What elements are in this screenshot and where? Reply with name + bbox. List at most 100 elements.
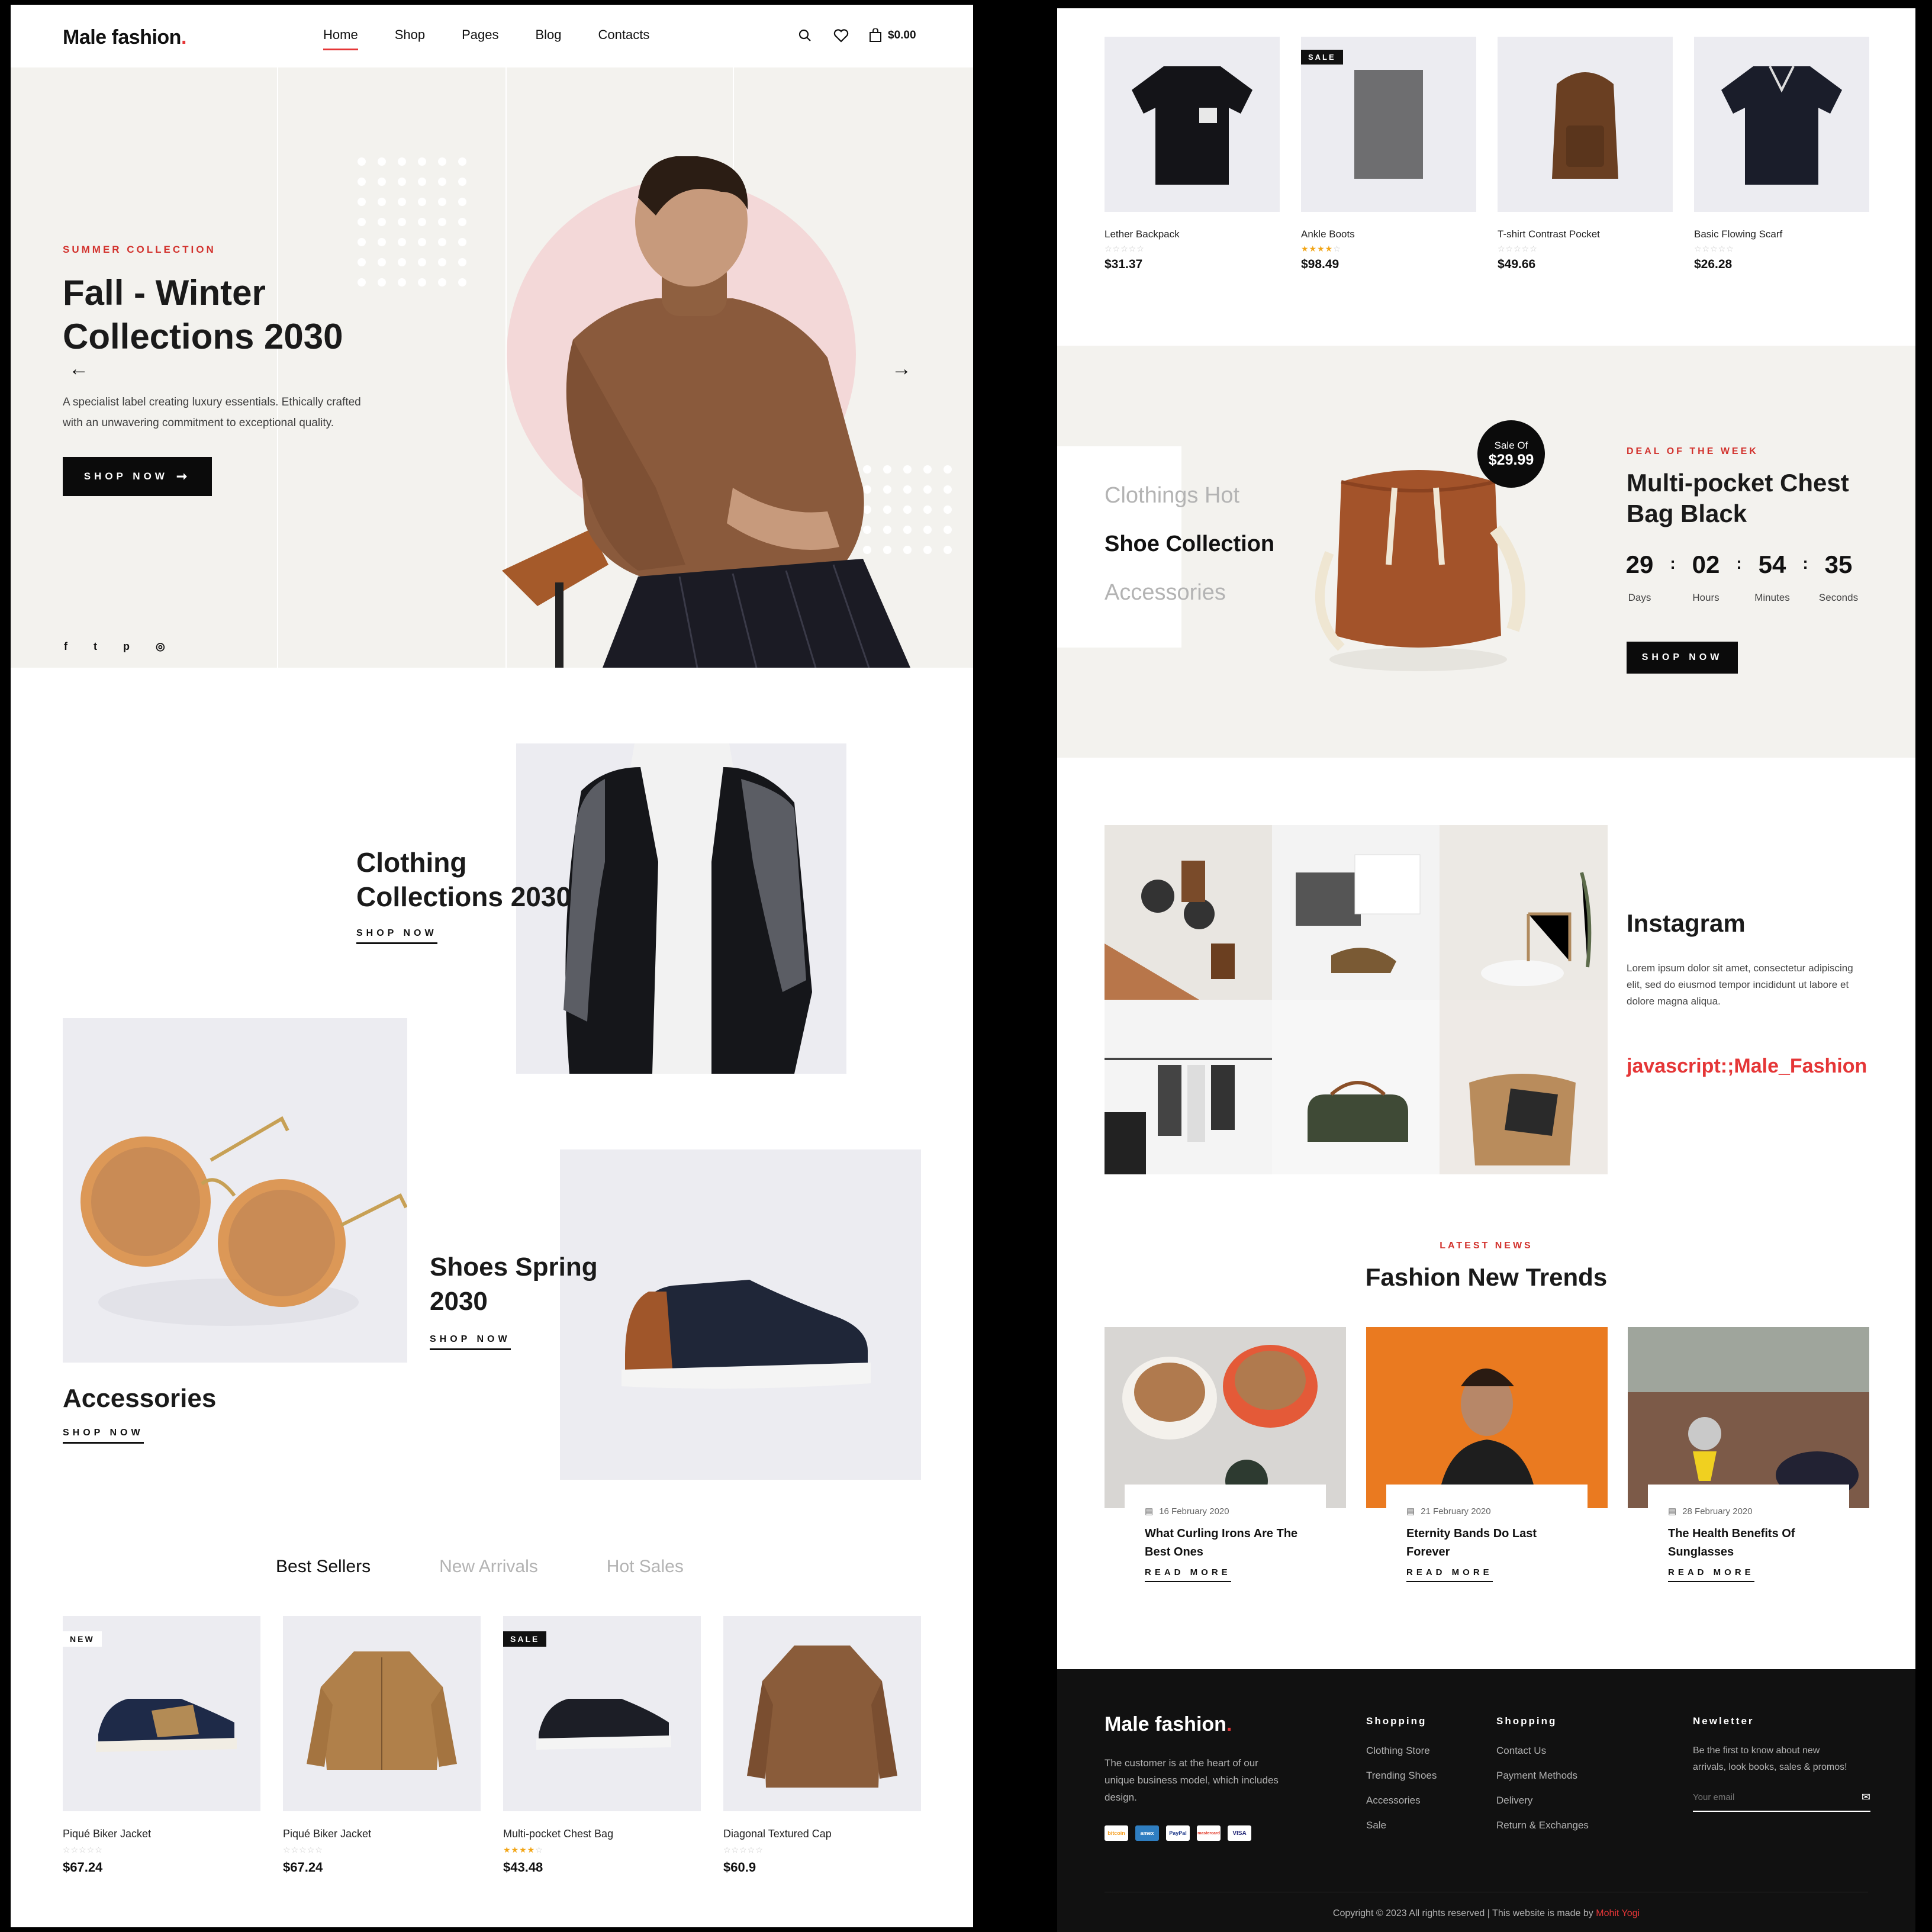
hero-grid-line	[277, 67, 278, 668]
deal-category-accessories[interactable]: Accessories	[1105, 580, 1226, 606]
shoes-shop-now-link[interactable]: Shop now	[430, 1334, 511, 1350]
nav-home-label: Home	[323, 27, 358, 42]
news-image	[1628, 1327, 1869, 1508]
product-price: $26.28	[1694, 257, 1733, 271]
news-card[interactable]: ▤ 16 February 2020 What Curling Irons Are…	[1105, 1327, 1346, 1593]
twitter-icon[interactable]: t	[94, 640, 97, 653]
product-card[interactable]: SALE Ankle Boots ★★★★☆ $98.49	[1301, 37, 1476, 272]
instagram-photo[interactable]	[1272, 1000, 1440, 1174]
nav-home[interactable]: Home	[323, 27, 358, 50]
slider-next-arrow-icon[interactable]: →	[891, 358, 912, 381]
slider-prev-arrow-icon[interactable]: ←	[69, 358, 89, 381]
deal-shop-now-button[interactable]: Shop now	[1627, 642, 1738, 674]
news-date: ▤ 21 February 2020	[1406, 1506, 1567, 1517]
envelope-icon[interactable]: ✉	[1862, 1791, 1870, 1804]
footer-link[interactable]: Clothing Store	[1366, 1745, 1437, 1757]
product-image: NEW	[63, 1616, 260, 1811]
instagram-photo[interactable]	[1105, 1000, 1272, 1174]
instagram-photo[interactable]	[1440, 825, 1608, 1000]
footer-copyright: Copyright © 2023 All rights reserved | T…	[1057, 1908, 1915, 1919]
product-card[interactable]: Piqué Biker Jacket ☆☆☆☆☆ $67.24	[283, 1616, 481, 1875]
cart-button[interactable]: $0.00	[869, 28, 916, 43]
instagram-photo[interactable]	[1105, 825, 1272, 1000]
read-more-link[interactable]: Read more	[1145, 1567, 1231, 1582]
copyright-author-link[interactable]: Mohit Yogi	[1596, 1908, 1640, 1918]
clothing-shop-now-link[interactable]: Shop now	[356, 928, 437, 944]
tab-hot-sales[interactable]: Hot Sales	[607, 1557, 684, 1577]
read-more-link[interactable]: Read more	[1668, 1567, 1754, 1582]
nav-contacts[interactable]: Contacts	[598, 27, 650, 43]
social-links: f t p ◎	[64, 640, 165, 653]
instagram-text-line: dolore magna aliqua.	[1627, 996, 1721, 1007]
tab-best-sellers[interactable]: Best Sellers	[276, 1557, 371, 1577]
product-image	[283, 1616, 481, 1811]
footer-about-line: unique business model, which includes	[1105, 1775, 1279, 1786]
instagram-photo[interactable]	[1272, 825, 1440, 1000]
product-name: Ankle Boots	[1301, 228, 1355, 240]
product-card[interactable]: Basic Flowing Scarf ☆☆☆☆☆ $26.28	[1694, 37, 1869, 272]
news-image	[1366, 1327, 1608, 1508]
instagram-title: Instagram	[1627, 909, 1746, 937]
news-card[interactable]: ▤ 28 February 2020 The Health Benefits Of…	[1628, 1327, 1869, 1593]
amex-icon: amex	[1135, 1825, 1159, 1841]
footer-brand-dot: .	[1226, 1713, 1232, 1735]
product-name: Diagonal Textured Cap	[723, 1828, 832, 1840]
product-card[interactable]: Lether Backpack ☆☆☆☆☆ $31.37	[1105, 37, 1280, 272]
brand-logo[interactable]: Male fashion.	[63, 26, 186, 49]
accessories-shop-now-link[interactable]: Shop now	[63, 1428, 144, 1444]
sale-badge-price: $29.99	[1488, 451, 1534, 468]
deal-category-shoes[interactable]: Shoe Collection	[1105, 532, 1274, 557]
nav-active-underline	[323, 49, 358, 50]
tab-new-arrivals[interactable]: New Arrivals	[439, 1557, 538, 1577]
nav-pages[interactable]: Pages	[462, 27, 498, 43]
nav-shop[interactable]: Shop	[395, 27, 425, 43]
product-price: $67.24	[63, 1860, 103, 1875]
pinterest-icon[interactable]: p	[123, 640, 130, 653]
news-date-text: 21 February 2020	[1421, 1506, 1491, 1516]
footer-link[interactable]: Delivery	[1496, 1795, 1589, 1807]
deal-category-clothings[interactable]: Clothings Hot	[1105, 483, 1239, 508]
product-card[interactable]: Diagonal Textured Cap ☆☆☆☆☆ $60.9	[723, 1616, 921, 1875]
product-card[interactable]: NEW Piqué Biker Jacket ☆☆☆☆☆ $67.24	[63, 1616, 260, 1875]
hero-shop-now-button[interactable]: Shop now ➞	[63, 457, 212, 496]
facebook-icon[interactable]: f	[64, 640, 67, 653]
footer-link[interactable]: Accessories	[1366, 1795, 1437, 1807]
read-more-link[interactable]: Read more	[1406, 1567, 1493, 1582]
search-icon[interactable]	[798, 28, 812, 46]
news-post-title-line: Eternity Bands Do Last	[1406, 1527, 1537, 1540]
countdown-unit: Seconds	[1818, 592, 1859, 603]
instagram-icon[interactable]: ◎	[156, 640, 165, 653]
footer-link[interactable]: Payment Methods	[1496, 1770, 1589, 1782]
nav-blog[interactable]: Blog	[535, 27, 561, 43]
newsletter-title: Newletter	[1693, 1715, 1754, 1727]
news-card[interactable]: ▤ 21 February 2020 Eternity Bands Do Last…	[1366, 1327, 1608, 1593]
product-image	[1105, 37, 1280, 212]
news-post-title-line: Best Ones	[1145, 1545, 1203, 1559]
countdown-separator: :	[1736, 554, 1742, 572]
hero-description: A specialist label creating luxury essen…	[63, 392, 361, 433]
product-card[interactable]: SALE Multi-pocket Chest Bag ★★★★☆ $43.48	[503, 1616, 701, 1875]
footer-logo[interactable]: Male fashion.	[1105, 1713, 1232, 1736]
deal-tag: Deal of the week	[1627, 446, 1759, 456]
news-post-title-line: Sunglasses	[1668, 1545, 1734, 1559]
newsletter-email-input[interactable]	[1693, 1792, 1829, 1802]
footer-link[interactable]: Contact Us	[1496, 1745, 1589, 1757]
heart-icon[interactable]	[833, 28, 849, 46]
instagram-photo[interactable]	[1440, 1000, 1608, 1174]
footer-link[interactable]: Trending Shoes	[1366, 1770, 1437, 1782]
news-card-body: ▤ 28 February 2020 The Health Benefits Of…	[1648, 1485, 1849, 1593]
countdown-timer: 29 Days : 02 Hours : 54 Minutes : 35 Sec…	[1626, 550, 1863, 604]
footer-link[interactable]: Sale	[1366, 1820, 1437, 1831]
product-card[interactable]: T-shirt Contrast Pocket ☆☆☆☆☆ $49.66	[1498, 37, 1673, 272]
accessories-banner-image	[63, 1018, 407, 1363]
news-tag: Latest News	[1440, 1241, 1533, 1251]
right-page: Lether Backpack ☆☆☆☆☆ $31.37 SALE Ankle …	[1057, 8, 1915, 1932]
brand-name: Male fashion	[63, 26, 181, 49]
copyright-text: Copyright © 2023 All rights reserved | T…	[1332, 1908, 1593, 1918]
star-rating-icon: ☆☆☆☆☆	[1105, 244, 1145, 253]
product-price: $49.66	[1498, 257, 1536, 271]
instagram-handle-link[interactable]: javascript:;Male_Fashion	[1627, 1055, 1867, 1078]
footer-link[interactable]: Return & Exchanges	[1496, 1820, 1589, 1831]
deal-section: Clothings Hot Shoe Collection Accessorie…	[1057, 346, 1915, 758]
product-price: $98.49	[1301, 257, 1339, 271]
